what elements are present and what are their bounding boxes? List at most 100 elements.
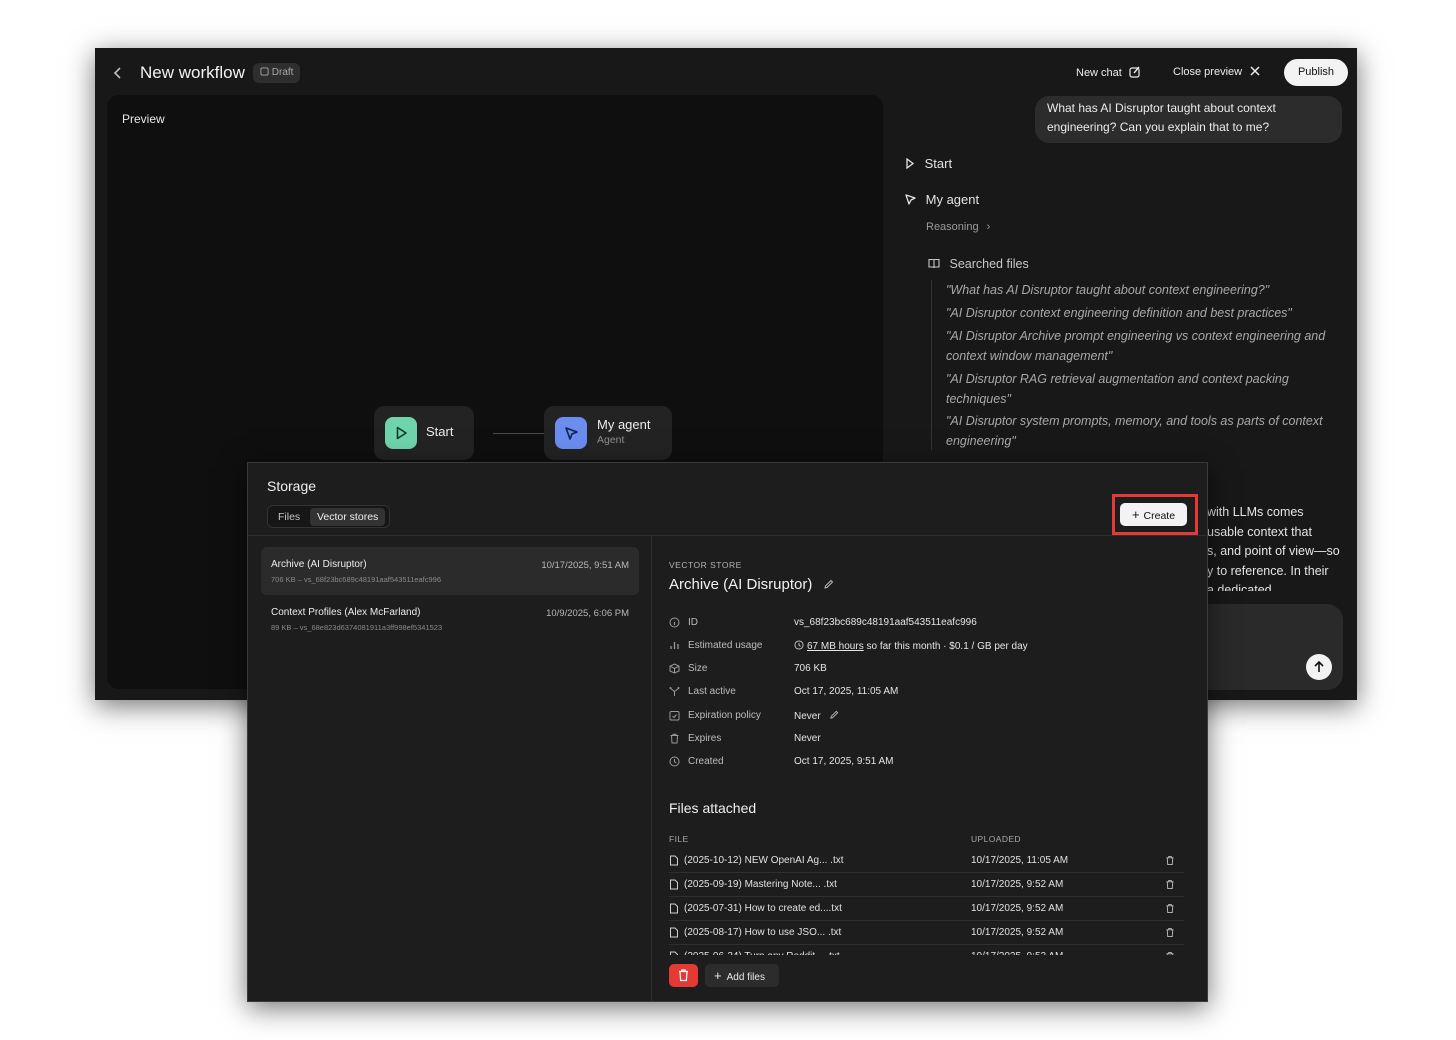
- query-thread-line: [931, 280, 932, 450]
- prop-label: Expiration policy: [688, 710, 761, 721]
- vector-store-date: 10/17/2025, 9:51 AM: [541, 560, 629, 571]
- chat-step-start[interactable]: Start: [905, 156, 952, 171]
- publish-button[interactable]: Publish: [1284, 59, 1348, 86]
- prop-label: ID: [688, 617, 698, 628]
- vector-store-name: Archive (AI Disruptor): [271, 559, 367, 570]
- search-query: "AI Disruptor Archive prompt engineering…: [946, 329, 1326, 363]
- pencil-icon[interactable]: [823, 579, 834, 590]
- detail-title-text: Archive (AI Disruptor): [669, 576, 813, 593]
- assistant-answer: with LLMs comes usable context that s, a…: [1207, 503, 1357, 591]
- file-name: (2025-08-17) How to use JSO... .txt: [684, 927, 842, 938]
- start-node[interactable]: Start: [374, 406, 474, 460]
- send-button[interactable]: [1306, 654, 1332, 680]
- workflow-title: New workflow: [140, 63, 245, 82]
- trash-icon[interactable]: [1165, 879, 1175, 890]
- cursor-arrow-icon: [555, 417, 587, 449]
- add-files-label: Add files: [726, 972, 765, 983]
- prop-label: Created: [688, 756, 724, 767]
- clock-icon: [794, 640, 804, 650]
- add-files-button[interactable]: + Add files: [705, 964, 779, 987]
- file-name: (2025-09-19) Mastering Note... .txt: [684, 879, 837, 890]
- usage-link[interactable]: 67 MB hours: [807, 641, 864, 652]
- tab-files[interactable]: Files: [271, 508, 307, 526]
- vector-store-item[interactable]: Context Profiles (Alex McFarland) 89 KB …: [261, 595, 639, 643]
- new-chat-button[interactable]: New chat: [1076, 66, 1141, 79]
- info-icon: [669, 617, 680, 628]
- vector-store-meta: 706 KB – vs_68f23bc689c48191aaf543511eaf…: [271, 575, 442, 584]
- detail-title: Archive (AI Disruptor): [669, 576, 834, 593]
- searched-files-label: Searched files: [949, 257, 1029, 271]
- prop-value: vs_68f23bc689c48191aaf543511eafc996: [794, 617, 977, 628]
- create-label: Create: [1143, 510, 1176, 522]
- plus-icon: +: [1131, 507, 1140, 522]
- col-header-file: FILE: [669, 834, 689, 844]
- trash-icon[interactable]: [1165, 927, 1175, 938]
- vector-store-date: 10/9/2025, 6:06 PM: [546, 608, 629, 619]
- file-icon: [670, 927, 678, 938]
- trash-icon[interactable]: [1165, 855, 1175, 866]
- draft-badge: Draft: [253, 63, 301, 83]
- vector-store-meta: 89 KB – vs_68e823d6374081911a3ff998ef534…: [271, 623, 443, 632]
- trash-icon: [670, 733, 679, 744]
- create-button[interactable]: + Create: [1120, 503, 1187, 526]
- agent-node[interactable]: My agent Agent: [544, 406, 672, 460]
- reasoning-toggle[interactable]: Reasoning ›: [926, 221, 990, 233]
- reasoning-label: Reasoning: [926, 221, 979, 233]
- draft-badge-label: Draft: [271, 67, 294, 78]
- file-icon: [670, 879, 678, 890]
- agent-node-type: Agent: [597, 434, 625, 446]
- chat-step-agent[interactable]: My agent: [905, 192, 979, 207]
- file-uploaded: 10/17/2025, 9:52 AM: [971, 927, 1064, 938]
- tab-vector-stores[interactable]: Vector stores: [310, 508, 386, 526]
- prop-value: Never: [794, 711, 821, 722]
- file-icon: [670, 903, 678, 914]
- book-icon: [928, 258, 940, 269]
- delete-store-button[interactable]: [669, 964, 698, 987]
- prop-label: Last active: [688, 686, 736, 697]
- chat-step-start-label: Start: [924, 156, 953, 171]
- answer-line: a dedicated: [1207, 583, 1272, 591]
- usage-text: so far this month · $0.1 / GB per day: [866, 641, 1028, 652]
- close-preview-button[interactable]: Close preview: [1173, 66, 1260, 78]
- searched-files-step[interactable]: Searched files: [928, 257, 1029, 271]
- compose-icon: [1129, 66, 1140, 78]
- back-chevron-icon[interactable]: [113, 64, 123, 85]
- trash-icon[interactable]: [1165, 903, 1175, 914]
- clock-icon: [669, 756, 680, 767]
- activity-icon: [669, 687, 680, 696]
- file-icon: [670, 855, 678, 866]
- header-divider: [248, 535, 1207, 536]
- trash-icon: [679, 969, 688, 982]
- file-row[interactable]: (2025-07-31) How to create ed....txt 10/…: [669, 897, 1184, 921]
- chevron-right-icon: ›: [986, 221, 991, 233]
- calendar-icon: [669, 711, 680, 721]
- agent-node-label: My agent: [597, 417, 651, 432]
- edit-icon: [260, 67, 269, 76]
- arrow-up-icon: [1314, 660, 1324, 672]
- storage-window: Storage Files Vector stores + Create Arch…: [247, 462, 1208, 1002]
- file-row[interactable]: (2025-08-17) How to use JSO... .txt 10/1…: [669, 921, 1184, 945]
- vector-store-name: Context Profiles (Alex McFarland): [271, 607, 421, 618]
- file-row[interactable]: (2025-10-12) NEW OpenAI Ag... .txt 10/17…: [669, 849, 1184, 873]
- start-node-label: Start: [426, 424, 454, 439]
- file-uploaded: 10/17/2025, 9:52 AM: [971, 903, 1064, 914]
- search-query: "AI Disruptor system prompts, memory, an…: [946, 414, 1323, 448]
- prop-value: 706 KB: [794, 663, 827, 674]
- pencil-icon[interactable]: [829, 710, 839, 720]
- play-icon: [906, 157, 915, 170]
- answer-line: s, and point of view—so: [1207, 544, 1340, 558]
- answer-line: usable context that: [1207, 524, 1312, 539]
- file-name: (2025-10-12) NEW OpenAI Ag... .txt: [684, 855, 844, 866]
- search-query: "What has AI Disruptor taught about cont…: [946, 283, 1270, 297]
- expiration-policy-value: Never: [794, 710, 839, 722]
- file-row[interactable]: (2025-09-19) Mastering Note... .txt 10/1…: [669, 873, 1184, 897]
- cube-icon: [669, 663, 680, 674]
- cursor-arrow-icon: [905, 194, 916, 205]
- close-preview-label: Close preview: [1173, 66, 1243, 78]
- file-uploaded: 10/17/2025, 9:52 AM: [971, 879, 1064, 890]
- vector-store-item[interactable]: Archive (AI Disruptor) 706 KB – vs_68f23…: [261, 547, 639, 595]
- prop-value: Never: [794, 733, 821, 744]
- pane-divider: [651, 535, 652, 1001]
- plus-icon: +: [714, 968, 722, 983]
- chat-step-agent-label: My agent: [925, 192, 980, 207]
